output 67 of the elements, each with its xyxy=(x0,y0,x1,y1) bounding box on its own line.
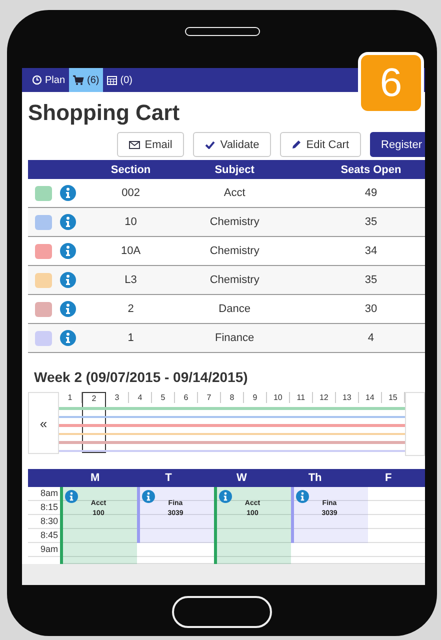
nav-tab[interactable]: Plan xyxy=(28,68,70,92)
table-cell-text: Dance xyxy=(218,303,252,315)
week-number[interactable]: 8 xyxy=(220,392,244,403)
info-icon[interactable] xyxy=(219,490,232,503)
nav-tab[interactable]: (0) xyxy=(103,68,136,92)
week-number[interactable]: 10 xyxy=(266,392,290,403)
cart-icon xyxy=(73,75,84,85)
table-cell-text: 002 xyxy=(120,187,141,199)
envelope-icon xyxy=(128,140,140,148)
table-cell-text: 2 xyxy=(126,303,135,315)
table-cell-text: Finance xyxy=(214,332,256,344)
toolbar-button[interactable]: Validate xyxy=(193,132,272,157)
table-cell-text: Chemistry xyxy=(208,274,260,286)
week-number[interactable]: 9 xyxy=(244,392,267,403)
column-header: Subject xyxy=(214,164,256,176)
week-number[interactable]: 11 xyxy=(290,392,313,403)
week-number[interactable]: 13 xyxy=(336,392,359,403)
calendar-icon xyxy=(107,75,118,85)
pencil-icon xyxy=(292,140,302,149)
week-number[interactable]: 12 xyxy=(312,392,336,403)
table-cell-text: Acct xyxy=(222,187,246,199)
week-number[interactable]: 4 xyxy=(128,392,152,403)
clock-icon xyxy=(32,75,42,85)
day-header: Th xyxy=(307,472,323,484)
info-icon[interactable] xyxy=(60,330,76,346)
day-header: T xyxy=(164,472,173,484)
table-cell-text: 10A xyxy=(120,245,142,257)
week-number[interactable]: 7 xyxy=(198,392,221,403)
table-cell-text: 4 xyxy=(366,332,376,344)
table-cell-text: 1 xyxy=(126,332,135,344)
home-button[interactable] xyxy=(172,596,272,628)
table-cell-text: Chemistry xyxy=(208,216,260,228)
toolbar-button[interactable]: Register xyxy=(370,132,425,157)
day-header: W xyxy=(236,472,248,484)
toolbar-button[interactable]: Edit Cart xyxy=(280,132,362,157)
table-cell-text: 49 xyxy=(364,187,378,199)
info-icon[interactable] xyxy=(60,214,76,230)
page-title: Shopping Cart xyxy=(27,99,181,126)
column-header: Seats Open xyxy=(340,164,402,176)
table-cell-text: 34 xyxy=(364,245,378,257)
info-icon[interactable] xyxy=(296,490,309,503)
toolbar-button[interactable]: Email xyxy=(116,132,184,157)
day-header: F xyxy=(384,472,393,484)
info-icon[interactable] xyxy=(65,490,78,503)
info-icon[interactable] xyxy=(60,272,76,288)
info-icon[interactable] xyxy=(60,243,76,259)
check-icon xyxy=(205,140,216,148)
week-title: Week 2 (09/07/2015 - 09/14/2015) xyxy=(33,368,249,387)
table-cell-text: 35 xyxy=(364,216,378,228)
week-number[interactable]: 1 xyxy=(58,392,82,403)
table-cell-text: Chemistry xyxy=(208,245,260,257)
week-number[interactable]: 6 xyxy=(174,392,198,403)
table-cell-text: 10 xyxy=(124,216,138,228)
previous-week-button[interactable]: « xyxy=(28,392,59,454)
info-icon[interactable] xyxy=(60,301,76,317)
week-number[interactable]: 14 xyxy=(358,392,382,403)
table-cell-text: 35 xyxy=(364,274,378,286)
week-number[interactable]: 3 xyxy=(106,392,129,403)
info-icon[interactable] xyxy=(60,185,76,201)
count-badge: 6 xyxy=(358,52,424,114)
day-header: M xyxy=(90,472,101,484)
table-cell-text: L3 xyxy=(124,274,138,286)
week-number[interactable]: 5 xyxy=(152,392,175,403)
table-cell-text: 30 xyxy=(364,303,378,315)
column-header: Section xyxy=(110,164,152,176)
nav-tab[interactable]: (6) xyxy=(69,68,104,92)
info-icon[interactable] xyxy=(142,490,155,503)
